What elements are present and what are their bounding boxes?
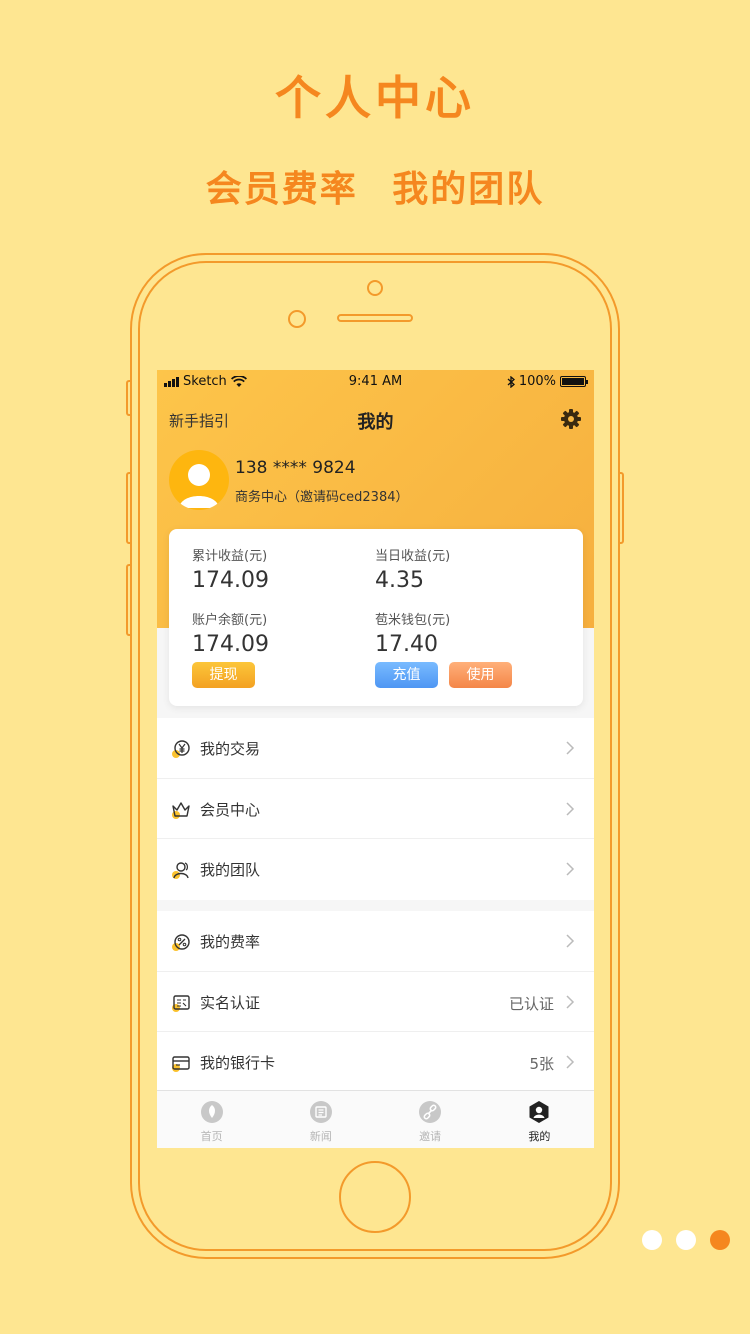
tab-label: 我的 [528,1130,551,1143]
hero-sub-left: 会员费率 [205,169,358,210]
chevron-right-icon [566,801,575,816]
settings-gear-icon[interactable] [560,408,582,430]
menu-item-my-rate[interactable]: 我的费率 [157,911,594,972]
tab-label: 新闻 [309,1130,332,1143]
home-button [339,1161,411,1233]
front-camera [367,280,383,296]
status-bar: Sketch 9:41 AM 100% [157,374,594,392]
tab-label: 邀请 [419,1130,442,1143]
hero-title: 个人中心 [275,71,475,125]
bank-card-icon [172,1056,190,1072]
wallet-value: 17.40 [375,632,438,657]
page-dot-active[interactable] [710,1230,730,1250]
power-button [618,472,624,544]
withdraw-button[interactable]: 提现 [192,662,255,688]
wallet-stat: 苞米钱包(元) 17.40 [375,609,450,657]
menu-item-real-name-auth[interactable]: 实名认证 已认证 [157,972,594,1032]
balance-label: 账户余额(元) [192,613,268,628]
tab-bar: 首页 新闻 邀请 我的 [157,1090,594,1148]
hero-sub-right: 我的团队 [392,169,545,210]
recharge-button[interactable]: 充值 [375,662,438,688]
balance-value: 174.09 [192,632,269,657]
chevron-right-icon [566,741,575,755]
today-income-stat: 当日收益(元) 4.35 [375,545,450,593]
app-screen: Sketch 9:41 AM 100% 新手指引 我的 138 **** 982… [157,370,594,1148]
use-wallet-button[interactable]: 使用 [449,662,512,688]
team-icon [172,862,189,879]
auth-status: 已认证 [508,994,554,1013]
chevron-right-icon [566,994,575,1009]
news-icon [309,1101,332,1123]
menu-group-1: 我的交易 会员中心 我的团队 [157,718,594,900]
page-title: 我的 [357,412,394,433]
battery-percent: 100% [518,374,556,389]
menu-item-my-trades[interactable]: 我的交易 [157,718,594,779]
page-indicator [642,1230,730,1250]
hero-subtitle: 会员费率 我的团队 [0,160,750,212]
menu-item-label: 我的团队 [200,861,261,879]
today-income-value: 4.35 [375,568,424,593]
menu-item-label: 我的费率 [200,933,261,951]
proximity-sensor [288,310,306,328]
avatar-person-icon [179,464,219,508]
volume-down-button [126,564,132,636]
chevron-right-icon [566,1055,575,1069]
total-income-stat: 累计收益(元) 174.09 [192,545,269,593]
page-dot[interactable] [676,1230,696,1250]
menu-item-member-center[interactable]: 会员中心 [157,779,594,839]
menu-item-label: 实名认证 [200,993,261,1012]
nav-bar: 新手指引 我的 [157,406,594,434]
id-card-icon [172,994,190,1012]
yen-icon [172,740,190,758]
bank-card-count: 5张 [529,1055,554,1073]
menu-item-bank-cards[interactable]: 我的银行卡 5张 [157,1032,594,1093]
link-icon [419,1101,442,1123]
menu-item-label: 我的交易 [200,740,261,758]
tab-news[interactable]: 新闻 [266,1091,375,1148]
earpiece-speaker [337,314,413,322]
volume-up-button [126,472,132,544]
today-income-label: 当日收益(元) [375,549,451,564]
menu-item-label: 会员中心 [200,800,261,819]
tab-label: 首页 [200,1130,223,1143]
menu-group-2: 我的费率 实名认证 已认证 我的银行卡 5张 [157,911,594,1093]
tab-invite[interactable]: 邀请 [376,1091,485,1148]
user-icon [529,1101,549,1123]
home-icon [200,1101,223,1123]
menu-item-label: 我的银行卡 [200,1054,276,1072]
bluetooth-icon [507,375,515,388]
user-profile[interactable]: 138 **** 9824 商务中心（邀请码ced2384） [169,450,589,512]
avatar[interactable] [169,450,229,510]
menu-item-my-team[interactable]: 我的团队 [157,839,594,900]
chevron-right-icon [566,862,575,876]
total-income-label: 累计收益(元) [192,549,268,564]
crown-icon [172,801,190,819]
battery-icon [560,376,588,387]
user-phone: 138 **** 9824 [235,458,356,478]
mute-switch [126,380,132,416]
earnings-card: 累计收益(元) 174.09 当日收益(元) 4.35 账户余额(元) 174.… [169,529,583,706]
balance-stat: 账户余额(元) 174.09 [192,609,269,657]
percent-icon [172,934,190,951]
wallet-label: 苞米钱包(元) [375,613,451,628]
invite-code: 商务中心（邀请码ced2384） [235,490,409,505]
chevron-right-icon [566,934,575,948]
tab-home[interactable]: 首页 [157,1091,266,1148]
page-dot[interactable] [642,1230,662,1250]
total-income-value: 174.09 [192,568,269,593]
tab-mine[interactable]: 我的 [485,1091,594,1148]
